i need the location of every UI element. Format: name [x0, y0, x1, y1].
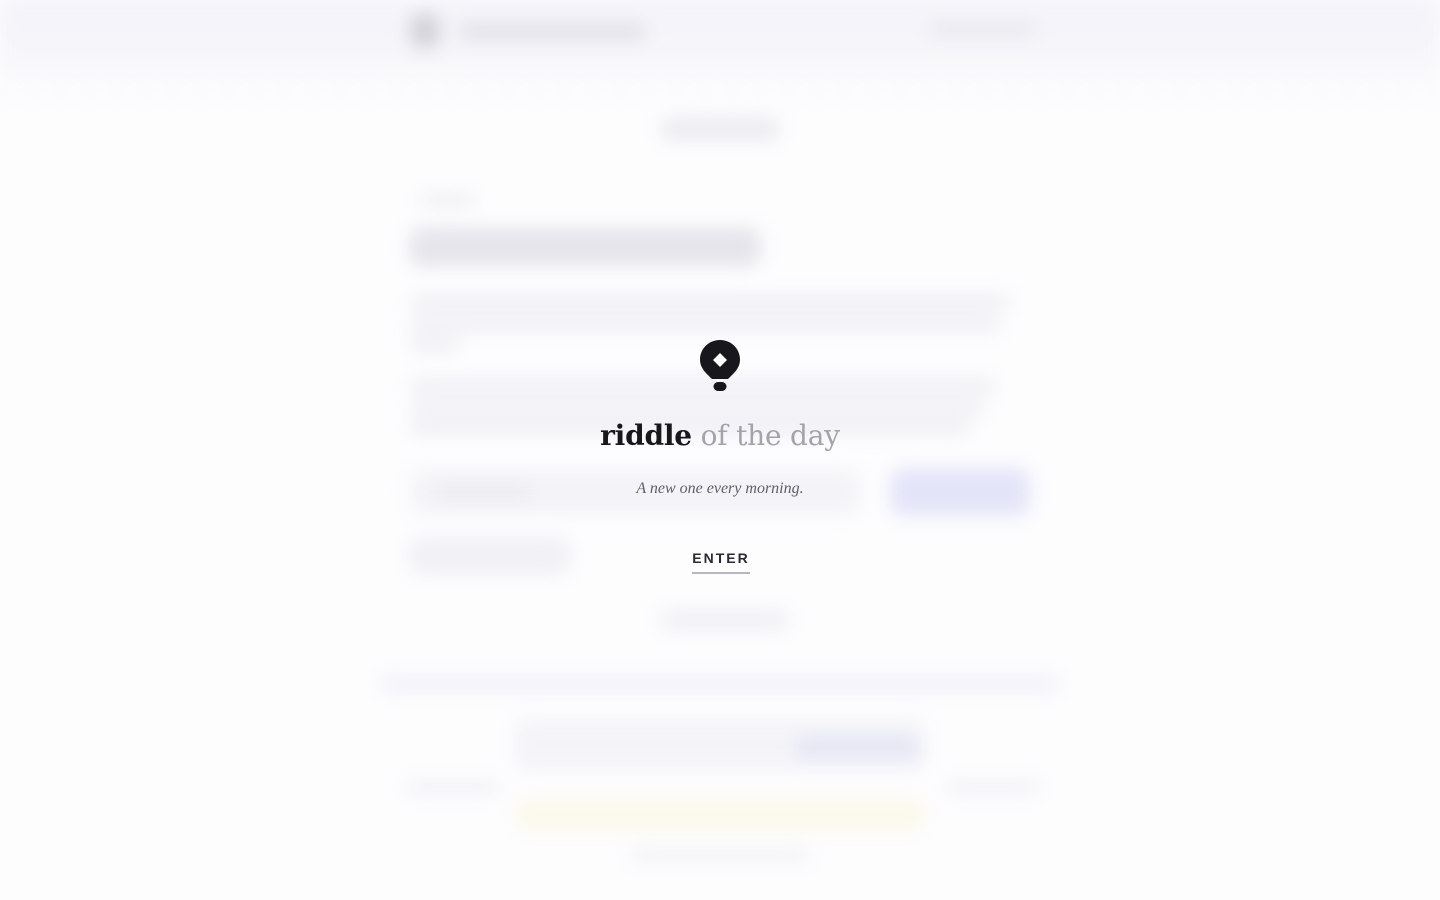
- brand-title-light: of the day: [700, 419, 841, 452]
- enter-button-label: ENTER: [692, 546, 750, 574]
- lightbulb-icon: [700, 340, 740, 391]
- brand-title-strong: riddle: [600, 419, 692, 452]
- enter-button[interactable]: ENTER: [660, 546, 780, 574]
- splash-screen: riddle of the day A new one every mornin…: [0, 0, 1440, 900]
- tagline: A new one every morning.: [636, 480, 804, 497]
- brand-title: riddle of the day: [420, 416, 1020, 456]
